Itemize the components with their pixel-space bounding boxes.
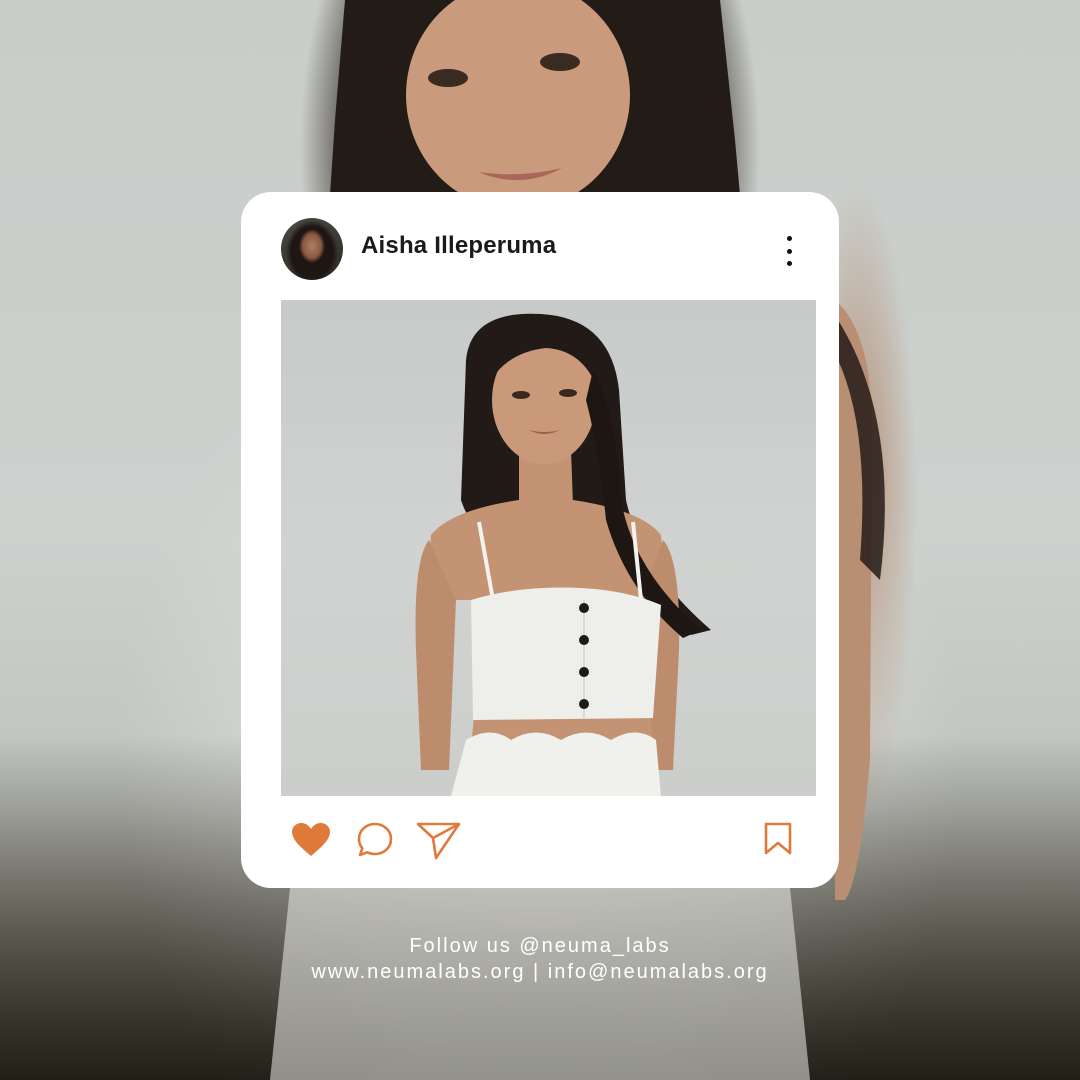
post-image (281, 300, 816, 796)
post-card: Aisha Illeperuma (241, 192, 839, 888)
comment-icon[interactable] (356, 821, 394, 859)
heart-icon[interactable] (291, 822, 331, 858)
send-icon[interactable] (416, 821, 462, 861)
follow-text: Follow us @neuma_labs (409, 935, 671, 957)
more-vertical-icon[interactable] (779, 236, 799, 266)
contact-text: www.neumalabs.org | info@neumalabs.org (311, 961, 769, 983)
avatar[interactable] (281, 218, 343, 280)
post-username[interactable]: Aisha Illeperuma (361, 232, 556, 260)
bookmark-icon[interactable] (763, 822, 793, 856)
